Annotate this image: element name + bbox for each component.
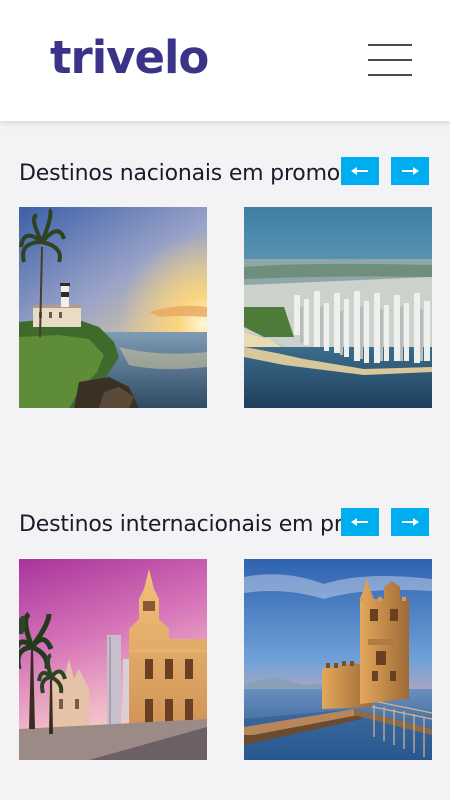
destination-card[interactable]	[244, 207, 432, 408]
trivelo-logo[interactable]: trivelo	[50, 28, 209, 88]
arrow-right-icon	[402, 518, 419, 526]
section-title: Destinos internacionais em promoção	[19, 512, 359, 537]
belem-tower-photo	[244, 559, 432, 760]
destination-card[interactable]	[244, 559, 432, 760]
menu-line	[368, 74, 412, 76]
menu-line	[368, 59, 412, 61]
section-title: Destinos nacionais em promoção	[19, 161, 359, 186]
arrow-left-icon	[351, 518, 368, 526]
carousel-prev-button[interactable]	[341, 157, 379, 185]
coastal-city-aerial-photo	[244, 207, 432, 408]
destination-card[interactable]	[19, 559, 207, 760]
arrow-right-icon	[402, 167, 419, 175]
app-header: trivelo	[0, 0, 450, 121]
menu-line	[368, 44, 412, 46]
arrow-left-icon	[351, 167, 368, 175]
santiago-plaza-photo	[19, 559, 207, 760]
destination-card[interactable]	[19, 207, 207, 408]
carousel-prev-button[interactable]	[341, 508, 379, 536]
salvador-lighthouse-photo	[19, 207, 207, 408]
carousel-next-button[interactable]	[391, 508, 429, 536]
carousel-next-button[interactable]	[391, 157, 429, 185]
hamburger-menu-button[interactable]	[366, 42, 414, 80]
